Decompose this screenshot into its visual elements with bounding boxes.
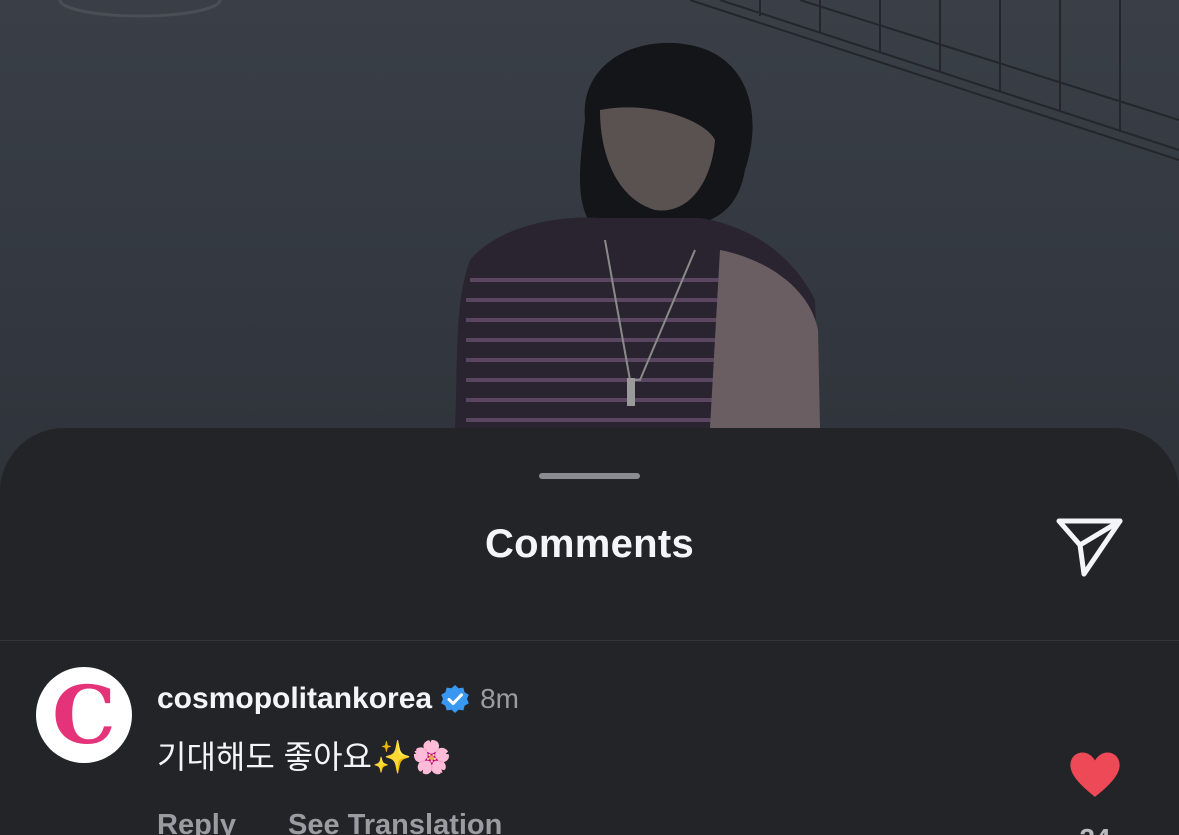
verified-badge-icon (441, 685, 469, 713)
comment-username[interactable]: cosmopolitankorea (157, 682, 432, 716)
heart-icon (1070, 752, 1120, 797)
post-photo-background (0, 0, 1179, 480)
see-translation-button[interactable]: See Translation (288, 809, 502, 835)
reply-button[interactable]: Reply (157, 809, 236, 835)
comment-header: cosmopolitankorea 8m (157, 679, 519, 719)
like-count: 24 (1060, 823, 1130, 835)
comments-sheet: Comments C cosmopolitankorea 8m 기대해도 좋아요… (0, 428, 1179, 835)
paper-plane-icon (1056, 518, 1123, 577)
comment-actions: Reply See Translation (157, 809, 502, 835)
share-button[interactable] (1052, 514, 1128, 580)
comment-item: C cosmopolitankorea 8m 기대해도 좋아요✨🌸 Reply … (0, 641, 1179, 835)
sheet-title: Comments (484, 522, 695, 566)
sheet-drag-handle[interactable] (539, 473, 640, 479)
comments-screen: Comments C cosmopolitankorea 8m 기대해도 좋아요… (0, 0, 1179, 835)
comment-timestamp: 8m (480, 683, 519, 714)
avatar[interactable]: C (36, 667, 132, 763)
avatar-logo: C (52, 668, 116, 762)
like-button[interactable] (1068, 751, 1122, 799)
comment-text: 기대해도 좋아요✨🌸 (157, 739, 452, 775)
